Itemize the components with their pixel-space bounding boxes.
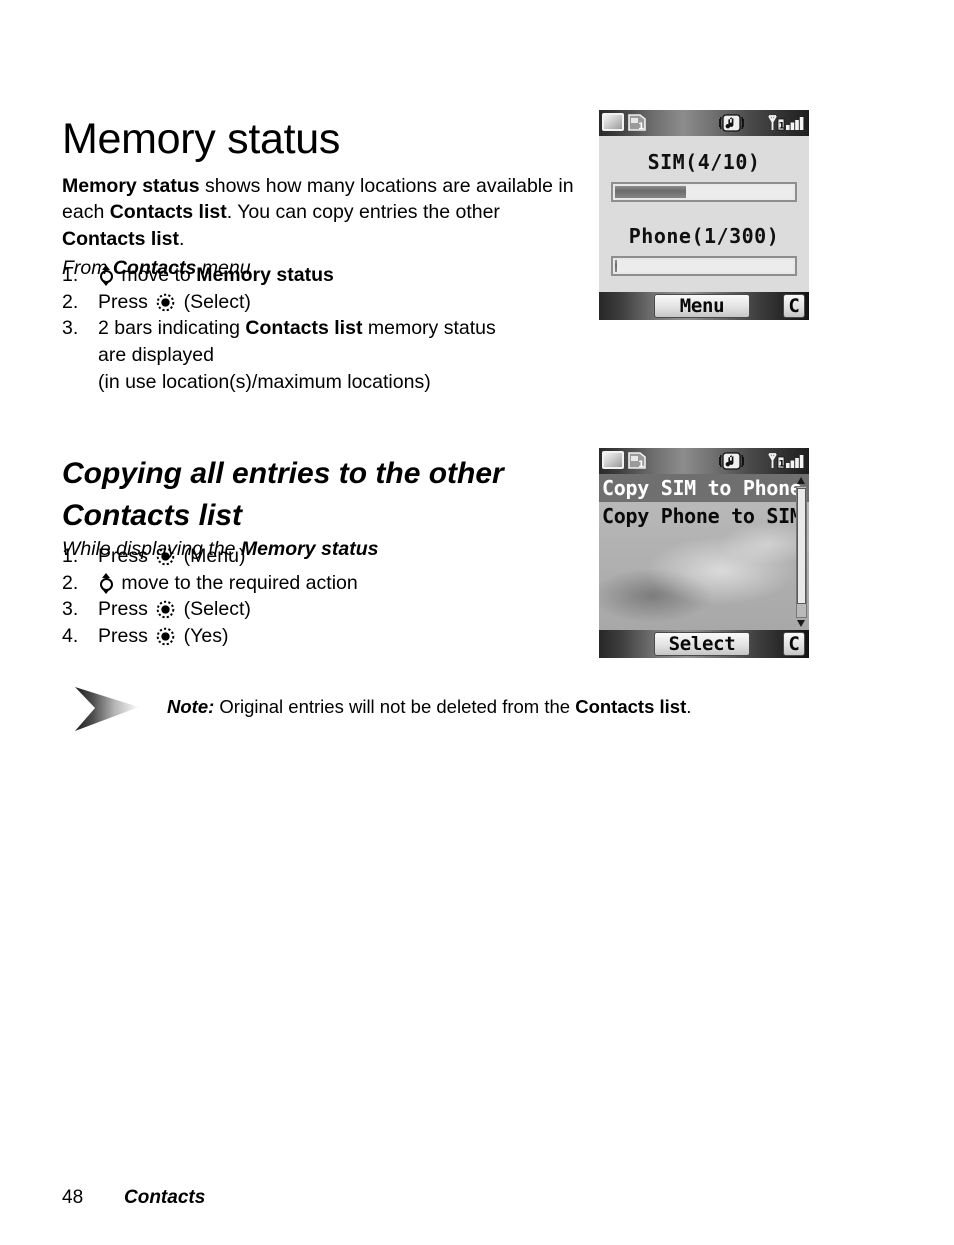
step-text-pre: Press <box>98 290 154 313</box>
step-text-pre: Press <box>98 625 154 648</box>
step-text-pre: move to <box>116 264 197 286</box>
phone-softkey-bar: Menu C <box>599 292 809 320</box>
select-key-icon <box>156 600 175 619</box>
step-number: 1. <box>62 264 79 286</box>
step-text-post: move to the required action <box>116 571 358 594</box>
step-item: 3. 2 bars indicating Contacts list memor… <box>62 315 582 395</box>
step-text-post: (Menu) <box>178 545 246 567</box>
copy-menu-body: Copy SIM to Phone Copy Phone to SIM <box>599 474 809 630</box>
signal-strength-icon: 1 <box>767 113 805 133</box>
step-number: 2. <box>62 290 79 313</box>
step-item: 2. move to the required action <box>62 570 582 597</box>
scroll-down-arrow-icon[interactable] <box>797 620 805 627</box>
step-content: move to Memory status <box>98 262 582 289</box>
step-text-line3: (in use location(s)/maximum locations) <box>98 370 431 393</box>
step-text-bold: Contacts list <box>245 317 363 340</box>
melody-icon <box>718 113 745 133</box>
svg-text:1: 1 <box>779 460 785 470</box>
svg-text:1: 1 <box>638 460 644 470</box>
step-number: 1. <box>62 545 79 567</box>
step-content: 2 bars indicating Contacts list memory s… <box>98 315 582 342</box>
phone-screenshot-memory-status: 1 1 SIM(4/10) Phone(1/300) Menu C <box>599 110 809 320</box>
step-text-bold: Memory status <box>196 264 334 286</box>
note-text-post: . <box>686 696 692 717</box>
step-item: 1. Press (Menu) <box>62 543 582 570</box>
scrollbar-thumb[interactable] <box>797 488 806 604</box>
intro-paragraph: Memory status shows how many locations a… <box>62 173 582 253</box>
sim-card-icon: 1 <box>626 451 647 470</box>
sim-memory-label: SIM(4/10) <box>647 150 761 174</box>
step-content: move to the required action <box>98 570 582 597</box>
intro-term-contacts-list-2: Contacts list <box>62 227 180 250</box>
sim-memory-progress-bar <box>611 182 797 202</box>
note-arrow-icon <box>73 686 141 732</box>
softkey-select-button[interactable]: Select <box>654 632 750 656</box>
softkey-clear-button[interactable]: C <box>783 294 805 318</box>
select-key-icon <box>156 293 175 312</box>
phone-status-bar: 1 1 <box>599 448 809 474</box>
step-text-pre: Press <box>98 545 154 567</box>
phone-memory-progress-bar <box>611 256 797 276</box>
step-content: Press (Select) <box>98 596 582 623</box>
section-heading: Copying all entries to the other Contact… <box>62 456 504 532</box>
sim-memory-progress-fill <box>615 186 687 198</box>
melody-icon <box>718 451 745 471</box>
page-number: 48 <box>62 1187 84 1208</box>
step-item: 4. Press (Yes) <box>62 623 582 650</box>
battery-icon <box>602 451 624 469</box>
nav-key-icon <box>99 265 113 286</box>
svg-text:1: 1 <box>779 122 785 132</box>
phone-screenshot-copy-menu: 1 1 Copy SIM to Phone Copy Phone to SIM … <box>599 448 809 658</box>
battery-icon <box>602 113 624 131</box>
note-text-pre: Original entries will not be deleted fro… <box>214 696 576 717</box>
menu-scrollbar[interactable] <box>796 476 807 628</box>
step-item: 3. Press (Select) <box>62 596 582 623</box>
phone-memory-progress-fill <box>615 260 617 272</box>
intro-text-3: . <box>179 227 185 250</box>
softkey-menu-button[interactable]: Menu <box>654 294 750 318</box>
menu-item-copy-sim-to-phone[interactable]: Copy SIM to Phone <box>599 474 809 502</box>
step-text-pre: Press <box>98 598 154 621</box>
signal-strength-icon: 1 <box>767 451 805 471</box>
footer-section-name: Contacts <box>124 1187 206 1208</box>
softkey-clear-button[interactable]: C <box>783 632 805 656</box>
page-title: Memory status <box>62 114 341 163</box>
step-text-line2: are displayed <box>98 344 214 367</box>
intro-term-contacts-list-1: Contacts list <box>109 201 227 224</box>
step-content: Press (Menu) <box>98 543 582 570</box>
intro-text-2: . You can copy entries the other <box>226 201 500 224</box>
sim-card-icon: 1 <box>626 113 647 132</box>
scroll-up-arrow-icon[interactable] <box>797 477 805 484</box>
note-text: Note: Original entries will not be delet… <box>167 694 691 719</box>
step-text-post: memory status <box>362 317 496 340</box>
note-label: Note: <box>167 696 215 717</box>
menu-item-copy-phone-to-sim[interactable]: Copy Phone to SIM <box>599 502 809 530</box>
footer: 48 Contacts <box>62 1186 205 1210</box>
select-key-icon <box>156 627 175 646</box>
memory-status-body: SIM(4/10) Phone(1/300) <box>599 136 809 292</box>
step-item: 1. move to Memory status <box>62 262 582 289</box>
step-text-post: (Select) <box>178 290 251 313</box>
step-text-post: (Yes) <box>178 625 229 648</box>
step-item: 2. Press (Select) <box>62 289 582 316</box>
phone-status-bar: 1 1 <box>599 110 809 136</box>
note-text-bold: Contacts list <box>575 696 687 717</box>
memory-status-step-list: 1. move to Memory status 2. Press (Selec… <box>62 262 582 396</box>
nav-key-icon <box>99 572 113 594</box>
phone-softkey-bar: Select C <box>599 630 809 658</box>
step-number: 3. <box>62 317 79 340</box>
phone-memory-label: Phone(1/300) <box>628 224 780 248</box>
step-number: 3. <box>62 598 79 621</box>
step-content: Press (Select) <box>98 289 582 316</box>
svg-text:1: 1 <box>638 122 644 132</box>
step-content: Press (Yes) <box>98 623 582 650</box>
intro-term-memory-status: Memory status <box>62 174 200 197</box>
step-text-pre: 2 bars indicating <box>98 317 246 340</box>
step-number: 2. <box>62 571 79 594</box>
step-text-post: (Select) <box>178 598 251 621</box>
select-key-icon <box>156 547 175 566</box>
note-row: Note: Original entries will not be delet… <box>62 684 822 736</box>
step-number: 4. <box>62 625 79 648</box>
copying-entries-step-list: 1. Press (Menu) 2. move to the required … <box>62 543 582 650</box>
